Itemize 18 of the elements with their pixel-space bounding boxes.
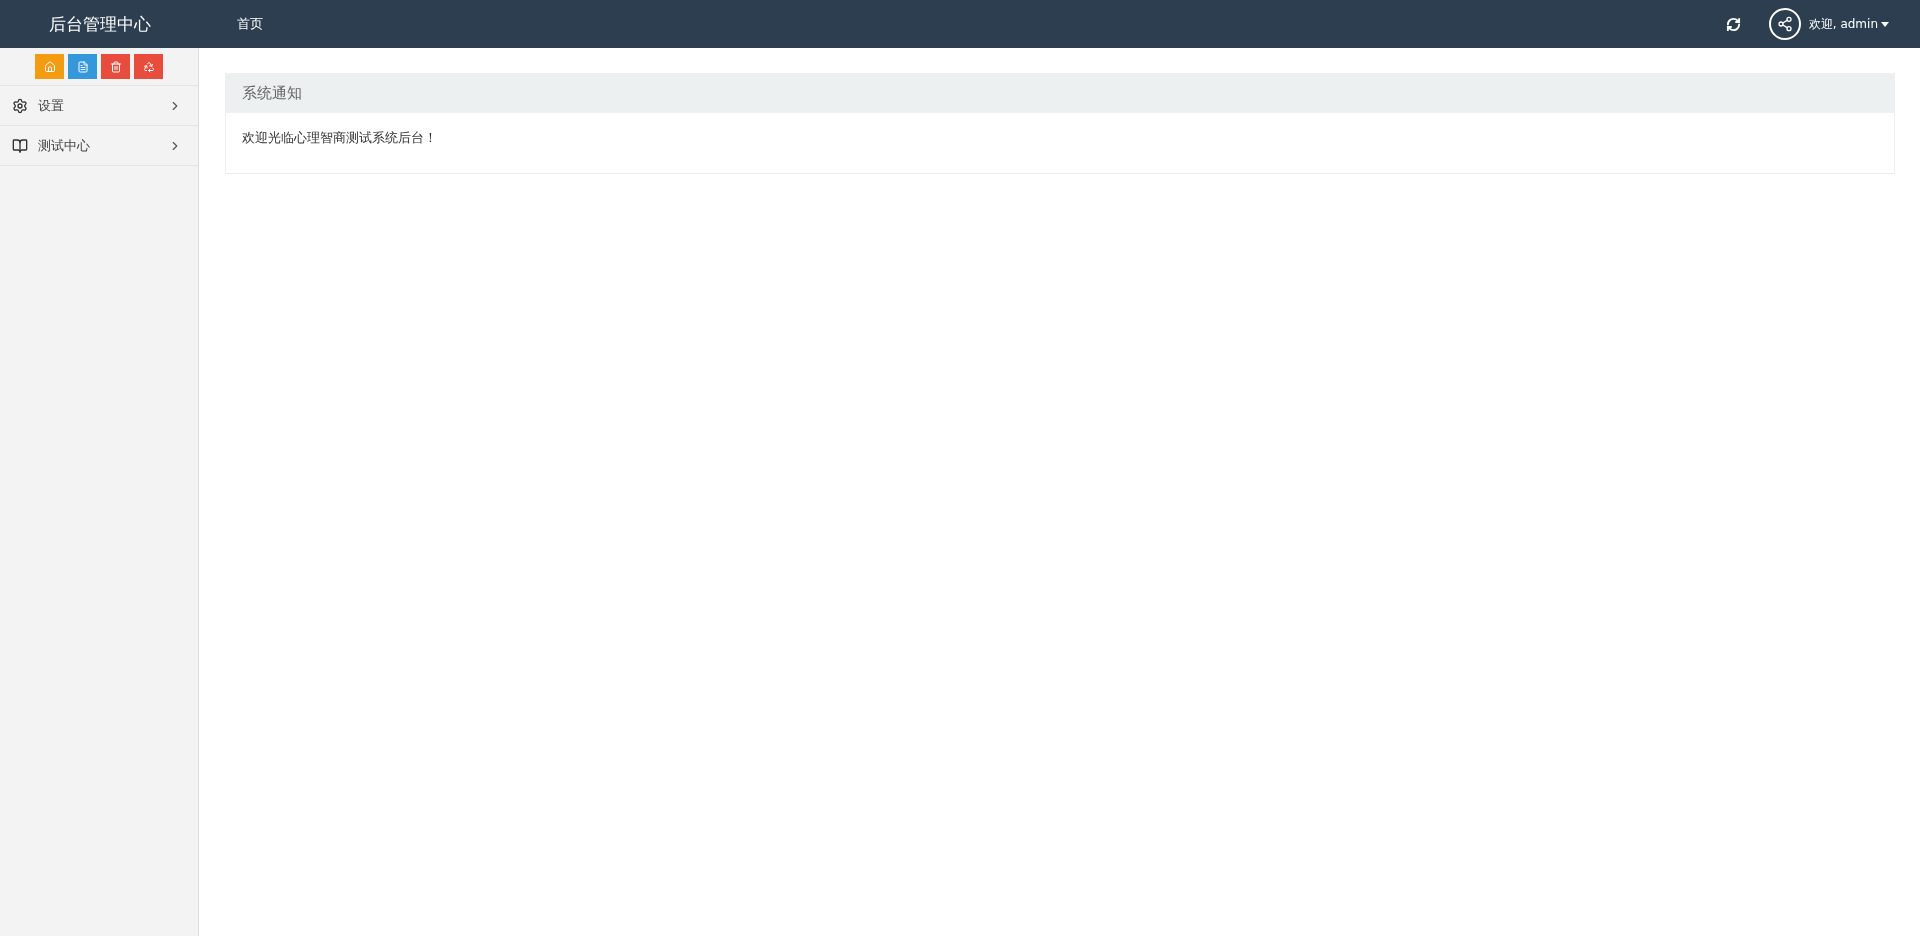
refresh-button[interactable] xyxy=(1725,16,1741,32)
book-icon xyxy=(12,137,28,154)
avatar-icon xyxy=(1768,8,1801,40)
trash-shortcut-button[interactable] xyxy=(101,54,130,79)
caret-icon xyxy=(1880,20,1890,28)
file-shortcut-button[interactable] xyxy=(68,54,97,79)
home-icon xyxy=(43,60,56,73)
panel-text: 欢迎光临心理智商测试系统后台！ xyxy=(241,129,438,147)
home-shortcut-button[interactable] xyxy=(35,54,64,79)
recycle-shortcut-button[interactable] xyxy=(134,54,163,79)
nav-link[interactable]: 首页 xyxy=(237,15,263,33)
gears-icon xyxy=(12,97,28,114)
user-menu[interactable]: 欢迎, admin xyxy=(1808,15,1890,33)
recycle-icon xyxy=(142,60,155,73)
panel-heading: 系统通知 xyxy=(226,74,1894,113)
file-icon xyxy=(76,60,89,73)
app-title: 后台管理中心 xyxy=(47,12,152,36)
trash-icon xyxy=(109,60,122,73)
